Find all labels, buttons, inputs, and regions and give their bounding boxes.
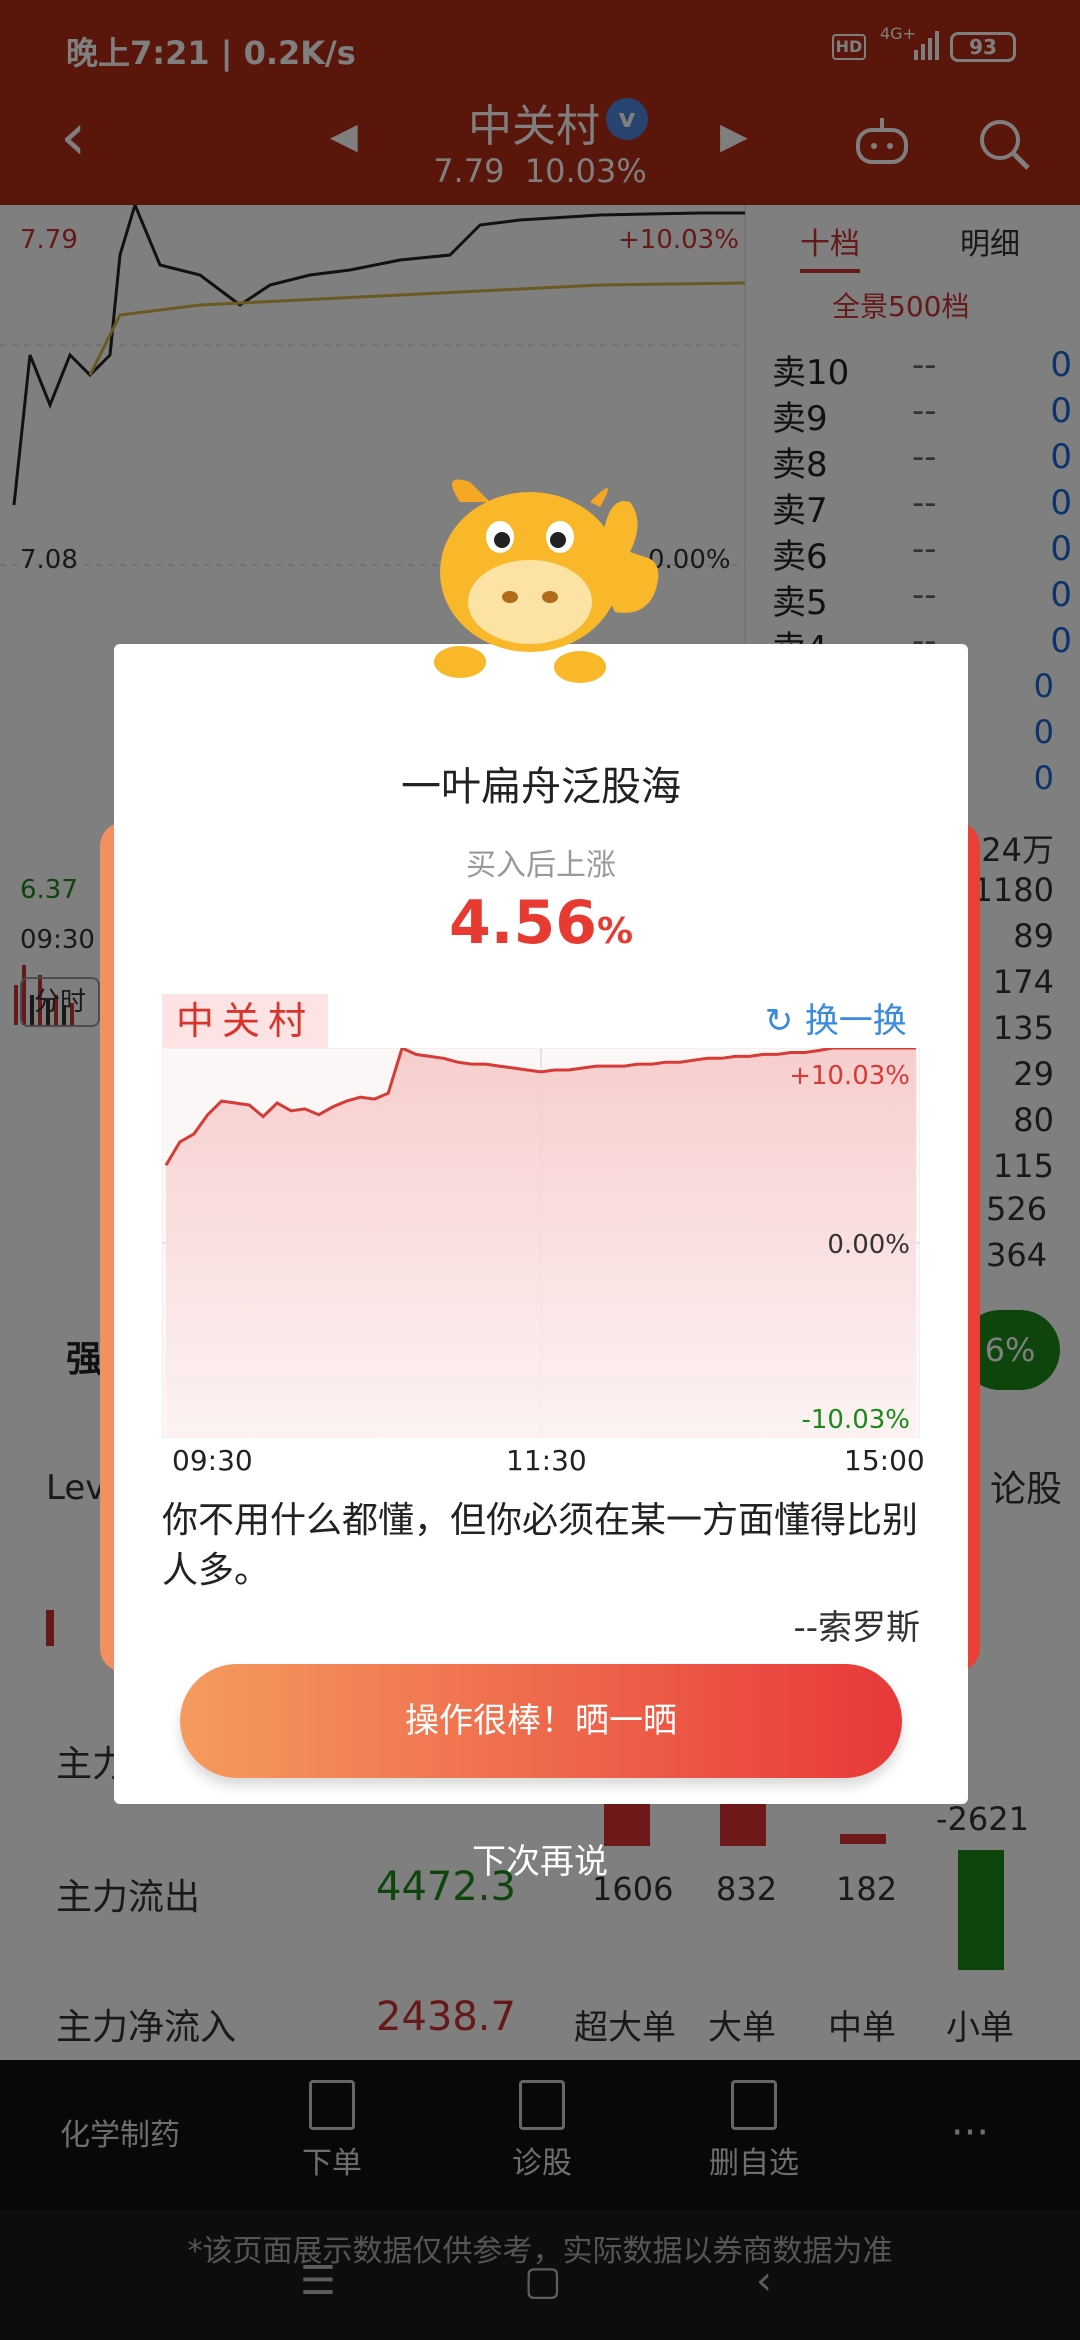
- quote-text: 你不用什么都懂，但你必须在某一方面懂得比别人多。: [162, 1500, 919, 1591]
- gain-percent-unit: %: [596, 911, 634, 952]
- gain-percent: 4.56%: [114, 888, 968, 958]
- x-tick-end: 15:00: [844, 1444, 925, 1477]
- dialog-subtitle: 买入后上涨: [466, 848, 616, 883]
- dialog-title: 一叶扁舟泛股海: [401, 764, 681, 810]
- x-tick-start: 09:30: [172, 1444, 253, 1477]
- bull-mascot-icon: [434, 479, 659, 683]
- refresh-icon: ↻: [764, 1001, 794, 1041]
- refresh-label: 换一换: [804, 1001, 907, 1041]
- x-tick-mid: 11:30: [506, 1444, 587, 1477]
- y-tick-mid: 0.00%: [827, 1230, 910, 1260]
- share-button[interactable]: 操作很棒！晒一晒: [180, 1664, 902, 1778]
- later-link[interactable]: 下次再说: [0, 1834, 1080, 1883]
- gain-percent-value: 4.56: [448, 888, 597, 958]
- price-area: [166, 1048, 916, 1438]
- y-tick-bottom: -10.03%: [801, 1405, 910, 1435]
- y-tick-top: +10.03%: [789, 1061, 910, 1091]
- achievement-dialog: 一叶扁舟泛股海 买入后上涨 4.56% 中关村 ↻ 换一换 +10.03% 0.…: [114, 644, 968, 1804]
- refresh-button[interactable]: ↻ 换一换: [764, 996, 964, 1046]
- quote-author: --索罗斯: [793, 1608, 920, 1648]
- app-screen: 晚上7:21 | 0.2K/s HD 4G+ 93 ‹ ◀ 中关村 v ▶ 7.…: [0, 0, 1080, 2340]
- stock-name-tag: 中关村: [162, 994, 329, 1048]
- gain-chart: +10.03% 0.00% -10.03%: [162, 1048, 920, 1438]
